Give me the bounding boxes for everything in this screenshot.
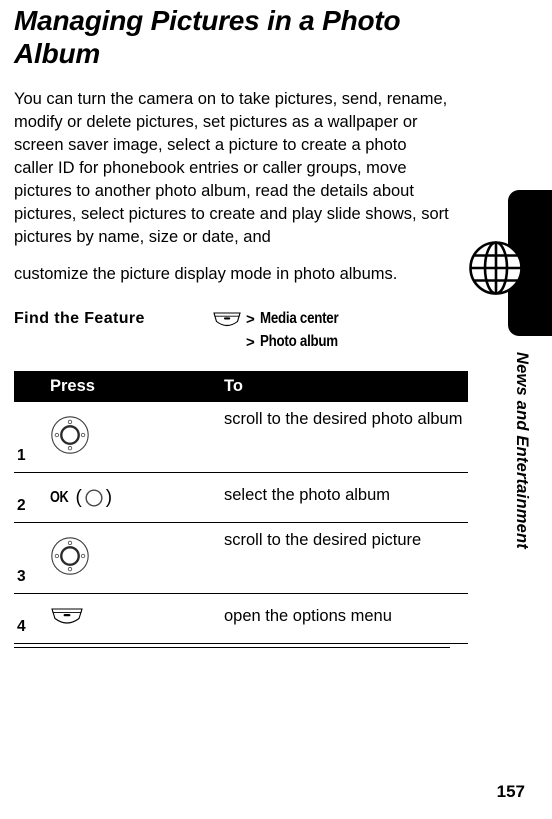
table-row: 3 scroll to the desired picture [14,522,468,594]
table-row: 4 open the options menu [14,593,468,644]
ok-key-label: OK [50,488,69,506]
paren-open: ( [75,487,82,508]
step-number: 3 [14,522,40,594]
table-header-row: Press To [14,371,468,402]
intro-paragraph-continued: customize the picture display mode in ph… [14,265,398,283]
paren-close: ) [105,487,113,508]
section-side-label: News and Entertainment [513,352,531,549]
navigation-key-icon [50,415,216,460]
find-the-feature-path-row: > Photo album [212,331,450,353]
navigation-key-icon [50,536,216,581]
steps-table: Press To 1 scroll to the desired photo a… [14,371,468,644]
content-column: Managing Pictures in a Photo Album You c… [14,0,468,648]
page-number: 157 [496,782,525,801]
find-the-feature-path-row: > Media center [212,308,450,330]
path-item-media-center: Media center [259,310,339,327]
step-number: 1 [14,402,40,473]
column-header-number [14,371,40,402]
step-number: 2 [14,472,40,523]
path-item-photo-album: Photo album [259,333,338,350]
path-separator: > [246,310,255,328]
find-the-feature-label: Find the Feature [14,310,145,327]
step-description: scroll to the desired photo album [216,402,468,473]
step-press-cell [40,402,216,473]
find-the-feature-block: Find the Feature > Media center > Photo … [14,308,450,353]
menu-soft-key-icon [212,310,246,328]
table-row: 1 scroll to the desired photo album [14,402,468,473]
column-header-to: To [216,371,468,402]
path-separator: > [246,333,255,351]
step-description: scroll to the desired picture [216,522,468,594]
intro-paragraph: You can turn the camera on to take pictu… [14,90,449,246]
menu-soft-key-icon [50,606,216,631]
step-press-cell: OK ( ) [40,472,216,523]
step-description: select the photo album [216,472,468,523]
manual-page: News and Entertainment 157 Managing Pict… [0,0,552,819]
find-the-feature-path: > Media center > Photo album [212,308,450,353]
table-bottom-rule [14,647,450,648]
table-row: 2 OK ( ) select the photo album [14,472,468,523]
globe-icon [466,238,526,298]
step-description: open the options menu [216,593,468,644]
step-number: 4 [14,593,40,644]
ok-key-circle-icon [85,488,103,507]
step-press-cell [40,593,216,644]
ok-key-icon: OK ( ) [50,488,216,508]
step-press-cell [40,522,216,594]
column-header-press: Press [40,371,216,402]
page-title: Managing Pictures in a Photo Album [14,5,401,69]
